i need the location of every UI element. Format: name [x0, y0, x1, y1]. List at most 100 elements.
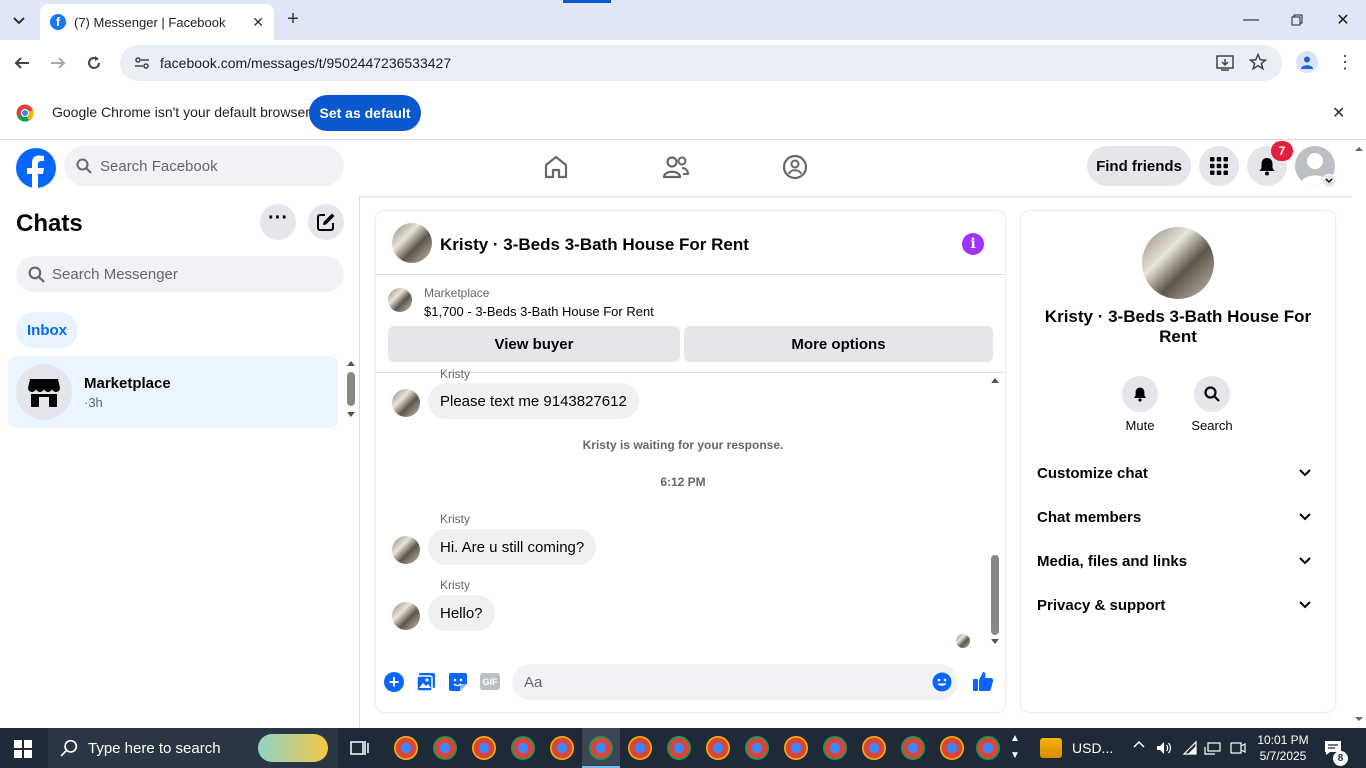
- tray-chevron-icon[interactable]: [1132, 739, 1146, 749]
- chat-options-button[interactable]: ···: [260, 204, 296, 240]
- taskbar-scroll-arrows[interactable]: ▲ ▼: [1010, 730, 1020, 764]
- search-label: Search: [1191, 418, 1233, 433]
- tab-search-icon[interactable]: [8, 10, 30, 32]
- url-text[interactable]: facebook.com/messages/t/9502447236533427: [160, 55, 451, 71]
- new-message-button[interactable]: [308, 204, 344, 240]
- site-info-icon[interactable]: [134, 55, 150, 71]
- install-app-icon[interactable]: [1216, 54, 1234, 72]
- conversation-avatar[interactable]: [392, 223, 432, 263]
- inbox-filter-tab[interactable]: Inbox: [16, 312, 78, 348]
- message-input[interactable]: Aa: [512, 664, 958, 700]
- chrome-taskbar-icon[interactable]: [823, 736, 847, 760]
- sticker-icon[interactable]: [448, 672, 468, 692]
- volume-icon[interactable]: [1156, 740, 1172, 756]
- message-bubble[interactable]: Hi. Are u still coming?: [428, 529, 597, 565]
- chrome-taskbar-icon[interactable]: [862, 736, 886, 760]
- conversation-title[interactable]: Kristy · 3-Beds 3-Bath House For Rent: [440, 235, 749, 255]
- listing-thumbnail[interactable]: [388, 288, 412, 312]
- infobar-close-icon[interactable]: ✕: [1332, 103, 1345, 123]
- chrome-taskbar-icon[interactable]: [628, 736, 652, 760]
- forward-button[interactable]: [43, 48, 73, 78]
- plus-icon[interactable]: +: [384, 672, 404, 692]
- chrome-taskbar-icon[interactable]: [901, 736, 925, 760]
- home-icon[interactable]: [543, 154, 569, 180]
- set-as-default-button[interactable]: Set as default: [309, 95, 421, 131]
- marketplace-store-icon: [28, 379, 60, 407]
- tab-close-icon[interactable]: ✕: [252, 14, 264, 31]
- windows-start-icon[interactable]: [14, 740, 32, 758]
- chrome-taskbar-icon[interactable]: [706, 736, 730, 760]
- wifi-icon[interactable]: [1182, 740, 1198, 756]
- messenger-search-input[interactable]: Search Messenger: [16, 256, 344, 292]
- privacy-support-section[interactable]: Privacy & support: [1037, 583, 1319, 627]
- facebook-favicon-icon: f: [50, 14, 66, 30]
- account-chevron-icon[interactable]: [1322, 174, 1336, 188]
- customize-chat-section[interactable]: Customize chat: [1037, 451, 1319, 495]
- reload-button[interactable]: [79, 48, 109, 78]
- chrome-taskbar-icon[interactable]: [940, 736, 964, 760]
- message-sender: Kristy: [440, 578, 470, 592]
- taskbar-search-box[interactable]: Type here to search: [48, 728, 338, 768]
- active-taskbar-app[interactable]: [582, 728, 620, 768]
- browser-tab-messenger[interactable]: f (7) Messenger | Facebook ✕: [40, 4, 274, 40]
- chrome-taskbar-icon[interactable]: [511, 736, 535, 760]
- meet-now-icon[interactable]: [1230, 740, 1246, 756]
- network-icon[interactable]: [1204, 741, 1222, 755]
- groups-icon[interactable]: [782, 154, 808, 180]
- message-bubble[interactable]: Please text me 9143827612: [428, 383, 639, 419]
- restore-button[interactable]: [1274, 0, 1320, 40]
- chrome-taskbar-icon[interactable]: [394, 736, 418, 760]
- media-files-links-section[interactable]: Media, files and links: [1037, 539, 1319, 583]
- messages-scrollbar[interactable]: [988, 375, 1002, 651]
- find-friends-button[interactable]: Find friends: [1087, 146, 1191, 186]
- message-composer: + GIF Aa: [376, 663, 1005, 712]
- info-icon[interactable]: i: [962, 233, 984, 255]
- compose-icon: [317, 213, 335, 231]
- page-scrollbar[interactable]: [1352, 140, 1366, 728]
- close-window-button[interactable]: ✕: [1320, 0, 1366, 40]
- chrome-taskbar-icon[interactable]: [550, 736, 574, 760]
- listing-title[interactable]: $1,700 - 3-Beds 3-Bath House For Rent: [424, 304, 654, 319]
- chrome-menu-icon[interactable]: ⋮: [1336, 52, 1354, 72]
- mute-button[interactable]: Mute: [1110, 376, 1170, 433]
- marketplace-avatar: [16, 364, 72, 420]
- photo-icon[interactable]: [416, 672, 436, 692]
- chat-members-section[interactable]: Chat members: [1037, 495, 1319, 539]
- chat-name: Marketplace: [84, 375, 171, 392]
- search-in-chat-button[interactable]: Search: [1182, 376, 1242, 433]
- minimize-button[interactable]: —: [1228, 0, 1274, 40]
- more-options-button[interactable]: More options: [684, 326, 993, 362]
- sender-avatar[interactable]: [392, 536, 420, 564]
- chrome-taskbar-icon[interactable]: [784, 736, 808, 760]
- taskbar-clock[interactable]: 10:01 PM 5/7/2025: [1254, 732, 1312, 764]
- contact-avatar[interactable]: [1142, 227, 1214, 299]
- profile-icon[interactable]: [1296, 51, 1318, 73]
- emoji-icon[interactable]: [932, 672, 952, 692]
- chevron-down-icon: [1299, 601, 1311, 609]
- gif-icon[interactable]: GIF: [480, 673, 500, 690]
- view-buyer-button[interactable]: View buyer: [388, 326, 680, 362]
- chrome-taskbar-icon[interactable]: [976, 736, 1000, 760]
- back-button[interactable]: [7, 48, 37, 78]
- chat-list-item[interactable]: Marketplace ·3h: [8, 356, 338, 428]
- sidebar-scrollbar[interactable]: [344, 358, 358, 426]
- facebook-search-input[interactable]: Search Facebook: [64, 146, 344, 186]
- currency-widget-label[interactable]: USD...: [1072, 740, 1113, 756]
- sender-avatar[interactable]: [392, 602, 420, 630]
- address-bar[interactable]: facebook.com/messages/t/9502447236533427: [120, 45, 1282, 81]
- sender-avatar[interactable]: [392, 389, 420, 417]
- chrome-taskbar-icon[interactable]: [667, 736, 691, 760]
- menu-grid-button[interactable]: [1199, 146, 1239, 186]
- chrome-taskbar-icon[interactable]: [433, 736, 457, 760]
- currency-widget-icon[interactable]: [1040, 738, 1062, 758]
- search-icon: [76, 158, 92, 174]
- message-bubble[interactable]: Hello?: [428, 595, 495, 631]
- task-view-icon[interactable]: [350, 739, 370, 757]
- chrome-taskbar-icon[interactable]: [745, 736, 769, 760]
- bookmark-star-icon[interactable]: [1249, 53, 1267, 71]
- friends-icon[interactable]: [662, 154, 690, 180]
- chrome-taskbar-icon[interactable]: [472, 736, 496, 760]
- new-tab-button[interactable]: +: [282, 8, 304, 30]
- facebook-logo-icon[interactable]: [16, 148, 56, 188]
- thumbs-up-icon[interactable]: [972, 670, 994, 692]
